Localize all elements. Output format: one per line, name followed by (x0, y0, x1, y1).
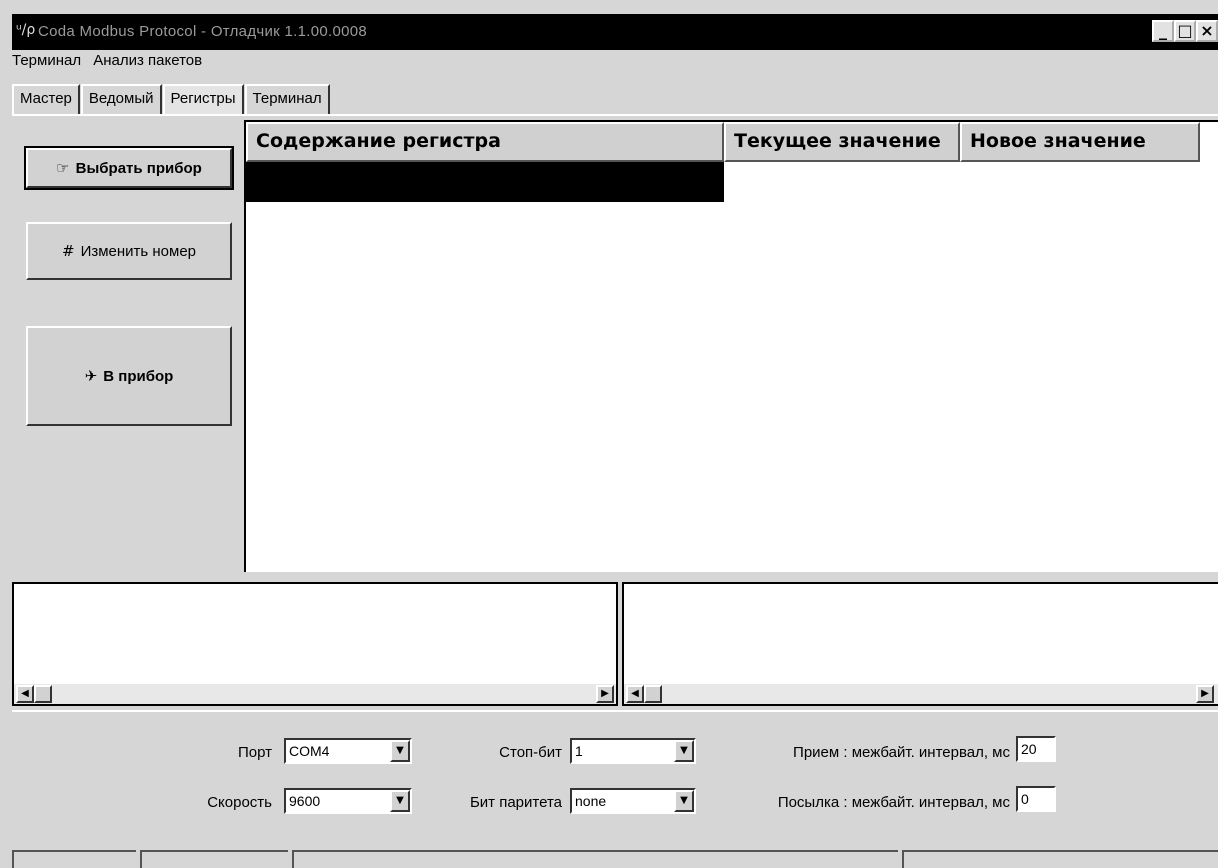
tab-master[interactable]: Мастер (12, 84, 80, 114)
chevron-down-icon[interactable]: ▼ (390, 790, 410, 812)
chevron-down-icon[interactable]: ▼ (390, 740, 410, 762)
select-device-button[interactable]: ☞ Выбрать прибор (24, 146, 234, 190)
port-settings-panel: Порт COM4 ▼ Скорость 9600 ▼ Стоп-бит 1 ▼… (12, 710, 1218, 842)
scroll-right-icon[interactable]: ▶ (596, 685, 614, 703)
left-button-panel: ☞ Выбрать прибор # Изменить номер ✈ В прибо… (12, 116, 242, 571)
change-number-label: Изменить номер (80, 243, 197, 260)
rx-interval-input[interactable]: 20 (1016, 736, 1056, 762)
stopbit-value: 1 (575, 743, 583, 759)
rx-log-scrollbar[interactable]: ◀ ▶ (14, 684, 616, 704)
chevron-down-icon[interactable]: ▼ (674, 740, 694, 762)
select-device-label: Выбрать прибор (75, 160, 202, 177)
register-grid[interactable]: Содержание регистра Текущее значение Нов… (244, 120, 1218, 572)
status-bar (12, 850, 1218, 868)
selected-cell[interactable] (246, 162, 724, 202)
parity-value: none (575, 793, 607, 809)
change-number-button[interactable]: # Изменить номер (26, 222, 232, 280)
tab-registers[interactable]: Регистры (162, 84, 244, 114)
column-register-content[interactable]: Содержание регистра (246, 122, 724, 162)
chevron-down-icon[interactable]: ▼ (674, 790, 694, 812)
menu-terminal[interactable]: Терминал (12, 52, 81, 69)
tab-strip: Мастер Ведомый Регистры Терминал (12, 84, 331, 114)
pin-icon: ✈ (84, 367, 98, 385)
title-bar[interactable]: ᵘ/ρ Coda Modbus Protocol - Отладчик 1.1.… (12, 14, 1218, 50)
window-title: Coda Modbus Protocol - Отладчик 1.1.00.0… (38, 23, 368, 40)
tab-terminal[interactable]: Терминал (244, 84, 330, 114)
rx-interval-label: Прием : межбайт. интервал, мс (793, 744, 1010, 761)
scroll-thumb[interactable] (644, 685, 662, 703)
speed-combo[interactable]: 9600 ▼ (284, 788, 412, 814)
parity-label: Бит паритета (469, 794, 562, 811)
speed-value: 9600 (289, 793, 321, 809)
hash-icon: # (61, 242, 75, 260)
status-panel-4 (902, 850, 1218, 868)
column-new-value[interactable]: Новое значение (960, 122, 1200, 162)
menu-packet-analysis[interactable]: Анализ пакетов (93, 52, 202, 69)
maximize-button[interactable]: □ (1174, 20, 1196, 42)
app-icon: ᵘ/ρ (16, 22, 36, 38)
status-panel-2 (140, 850, 288, 868)
scroll-thumb[interactable] (34, 685, 52, 703)
write-to-device-label: В прибор (103, 368, 174, 385)
status-panel-3 (292, 850, 898, 868)
close-button[interactable]: × (1196, 20, 1218, 42)
stopbit-combo[interactable]: 1 ▼ (570, 738, 696, 764)
speed-label: Скорость (207, 794, 272, 811)
scroll-left-icon[interactable]: ◀ (626, 685, 644, 703)
write-to-device-button[interactable]: ✈ В прибор (26, 326, 232, 426)
stopbit-label: Стоп-бит (499, 744, 562, 761)
tx-interval-label: Посылка : межбайт. интервал, мс (777, 794, 1010, 811)
port-value: COM4 (289, 743, 330, 759)
horizontal-splitter[interactable] (12, 572, 1218, 582)
scroll-right-icon[interactable]: ▶ (1196, 685, 1214, 703)
tx-interval-input[interactable]: 0 (1016, 786, 1056, 812)
column-current-value[interactable]: Текущее значение (724, 122, 960, 162)
port-combo[interactable]: COM4 ▼ (284, 738, 412, 764)
tx-log-scrollbar[interactable]: ◀ ▶ (624, 684, 1218, 704)
scroll-left-icon[interactable]: ◀ (16, 685, 34, 703)
minimize-button[interactable]: _ (1152, 20, 1174, 42)
status-panel-1 (12, 850, 136, 868)
hand-pointer-icon: ☞ (56, 159, 70, 177)
app-window: ᵘ/ρ Coda Modbus Protocol - Отладчик 1.1.… (0, 0, 1218, 868)
parity-combo[interactable]: none ▼ (570, 788, 696, 814)
tab-slave[interactable]: Ведомый (80, 84, 162, 114)
rx-log-memo[interactable]: ◀ ▶ (12, 582, 618, 706)
port-label: Порт (237, 744, 272, 761)
tx-log-memo[interactable]: ◀ ▶ (622, 582, 1218, 706)
menu-bar: Терминал Анализ пакетов (12, 52, 210, 74)
